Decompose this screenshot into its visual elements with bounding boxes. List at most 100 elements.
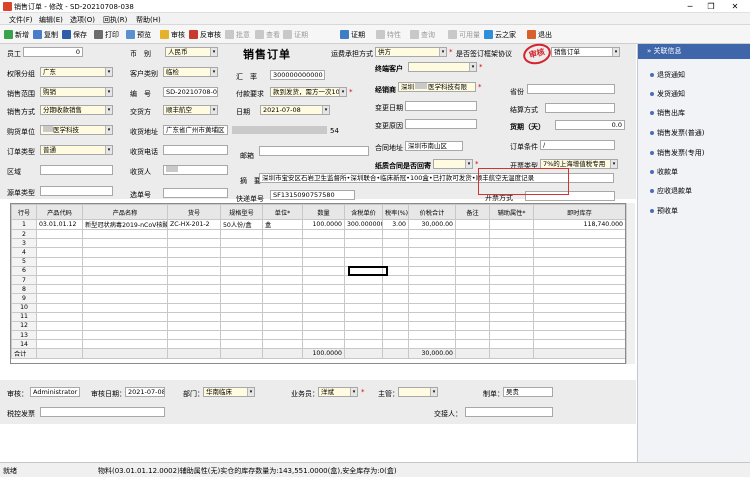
grid-cell[interactable] bbox=[455, 302, 490, 313]
grid-cell[interactable] bbox=[82, 320, 168, 332]
grid-cell[interactable] bbox=[533, 238, 625, 249]
grid-cell[interactable] bbox=[167, 274, 221, 286]
grid-cell[interactable] bbox=[455, 320, 490, 332]
audit-date-field[interactable]: 2021-07-08 bbox=[125, 387, 165, 397]
grid-cell[interactable] bbox=[36, 311, 83, 322]
grid-cell[interactable] bbox=[36, 247, 83, 258]
copy-button[interactable]: 复制 bbox=[33, 29, 58, 40]
grid-cell[interactable] bbox=[262, 274, 303, 286]
grid-cell[interactable] bbox=[408, 320, 456, 332]
grid-cell[interactable] bbox=[262, 265, 303, 276]
table-row[interactable]: 3 bbox=[11, 238, 625, 249]
grid-cell[interactable] bbox=[533, 339, 625, 350]
grid-cell[interactable] bbox=[167, 228, 221, 240]
grid-cell[interactable] bbox=[302, 274, 345, 286]
handover-field[interactable] bbox=[465, 407, 553, 417]
lookup-icon[interactable]: ▾ bbox=[610, 160, 617, 168]
payment-field[interactable]: 款到发货，需方一次100% ▾ bbox=[270, 87, 347, 97]
grid-cell[interactable] bbox=[36, 339, 83, 350]
grid-cell[interactable] bbox=[382, 311, 409, 322]
buyer-field[interactable]: 医学科技 ▾ bbox=[40, 125, 113, 135]
grid-cell[interactable] bbox=[455, 284, 490, 295]
grid-cell[interactable] bbox=[382, 228, 409, 240]
column-header[interactable]: 即时库存 bbox=[533, 204, 625, 220]
column-header[interactable]: 价税合计 bbox=[408, 204, 456, 220]
panel-item-receipt[interactable]: 收款单 bbox=[650, 167, 678, 177]
employee-field[interactable]: 0 bbox=[23, 47, 83, 57]
table-row[interactable]: 14 bbox=[11, 339, 625, 350]
source-type-field[interactable] bbox=[40, 186, 113, 196]
express-field[interactable]: SF1315090757580 bbox=[270, 190, 355, 200]
column-header[interactable]: 规格型号 bbox=[220, 204, 263, 220]
grid-cell[interactable] bbox=[344, 274, 383, 286]
grid-cell[interactable] bbox=[262, 311, 303, 322]
tax-invoice-field[interactable] bbox=[40, 407, 165, 417]
grid-cell[interactable] bbox=[408, 228, 456, 240]
menu-receipt[interactable]: 回执(R) bbox=[103, 15, 127, 25]
lookup-icon[interactable]: ▾ bbox=[439, 48, 446, 56]
grid-cell[interactable] bbox=[489, 274, 534, 286]
grid-cell[interactable] bbox=[82, 265, 168, 276]
lookup-icon[interactable]: ▾ bbox=[105, 88, 112, 96]
grid-cell[interactable] bbox=[489, 339, 534, 350]
grid-cell[interactable] bbox=[344, 293, 383, 304]
grid-cell[interactable] bbox=[302, 238, 345, 249]
grid-cell[interactable] bbox=[455, 228, 490, 240]
dept-field[interactable]: 华南临床 ▾ bbox=[203, 387, 255, 397]
grid-cell-qty[interactable]: 100.0000 bbox=[302, 219, 345, 230]
grid-cell[interactable] bbox=[408, 247, 456, 258]
grid-cell[interactable] bbox=[82, 256, 168, 267]
supervisor-field[interactable]: ▾ bbox=[398, 387, 438, 397]
grid-cell-tax[interactable]: 3.00 bbox=[382, 219, 409, 230]
grid-cell-spec[interactable]: 50人份/盒 bbox=[220, 219, 263, 230]
grid-cell[interactable] bbox=[533, 320, 625, 332]
grid-cell[interactable] bbox=[344, 228, 383, 240]
grid-cell[interactable] bbox=[82, 339, 168, 350]
dealer-field[interactable]: 深圳 医学科技有限 bbox=[398, 82, 476, 92]
grid-cell[interactable] bbox=[82, 293, 168, 304]
grid-scrollbar[interactable] bbox=[626, 203, 635, 364]
grid-cell[interactable] bbox=[167, 339, 221, 350]
transport-field[interactable]: 供方 ▾ bbox=[375, 47, 447, 57]
grid-cell[interactable] bbox=[408, 302, 456, 313]
grid-cell[interactable] bbox=[36, 274, 83, 286]
grid-cell[interactable] bbox=[302, 330, 345, 341]
grid-cell[interactable] bbox=[489, 256, 534, 267]
audit-button[interactable]: 审核 bbox=[160, 29, 185, 40]
grid-cell[interactable] bbox=[262, 293, 303, 304]
recv-phone-field[interactable] bbox=[163, 145, 228, 155]
preview-button[interactable]: 预览 bbox=[126, 29, 151, 40]
grid-cell[interactable] bbox=[533, 330, 625, 341]
grid-cell[interactable] bbox=[382, 247, 409, 258]
grid-cell-note[interactable] bbox=[455, 219, 490, 230]
table-row[interactable]: 9 bbox=[11, 293, 625, 304]
grid-cell[interactable] bbox=[382, 302, 409, 313]
receiver-field[interactable] bbox=[163, 165, 228, 175]
grid-cell[interactable] bbox=[382, 293, 409, 304]
grid-cell[interactable] bbox=[344, 320, 383, 332]
grid-cell[interactable] bbox=[167, 320, 221, 332]
grid-cell-aux[interactable] bbox=[489, 219, 534, 230]
deadline-field[interactable]: 0.0 bbox=[555, 120, 625, 130]
customer-type-field[interactable]: 临检 ▾ bbox=[163, 67, 218, 77]
auditor-field[interactable]: Administrator bbox=[30, 387, 80, 397]
table-row[interactable]: 6 bbox=[11, 265, 625, 276]
period-button-1[interactable]: 证期 bbox=[283, 29, 308, 40]
grid-cell[interactable] bbox=[344, 238, 383, 249]
grid-cell[interactable] bbox=[382, 339, 409, 350]
grid-cell[interactable] bbox=[262, 320, 303, 332]
grid-cell[interactable] bbox=[455, 274, 490, 286]
grid-cell-unit[interactable]: 盒 bbox=[262, 219, 303, 230]
grid-cell[interactable] bbox=[36, 330, 83, 341]
grid-cell[interactable] bbox=[533, 293, 625, 304]
column-header[interactable]: 货号 bbox=[167, 204, 221, 220]
grid-cell[interactable] bbox=[262, 228, 303, 240]
lookup-icon[interactable]: ▾ bbox=[210, 48, 217, 56]
grid-cell[interactable] bbox=[220, 302, 263, 313]
grid-cell[interactable] bbox=[382, 320, 409, 332]
column-header[interactable]: 数量 bbox=[302, 204, 345, 220]
grid-cell[interactable] bbox=[36, 320, 83, 332]
panel-header[interactable]: » 关联信息 bbox=[638, 44, 750, 59]
grid-cell[interactable] bbox=[408, 256, 456, 267]
grid-cell[interactable] bbox=[262, 284, 303, 295]
